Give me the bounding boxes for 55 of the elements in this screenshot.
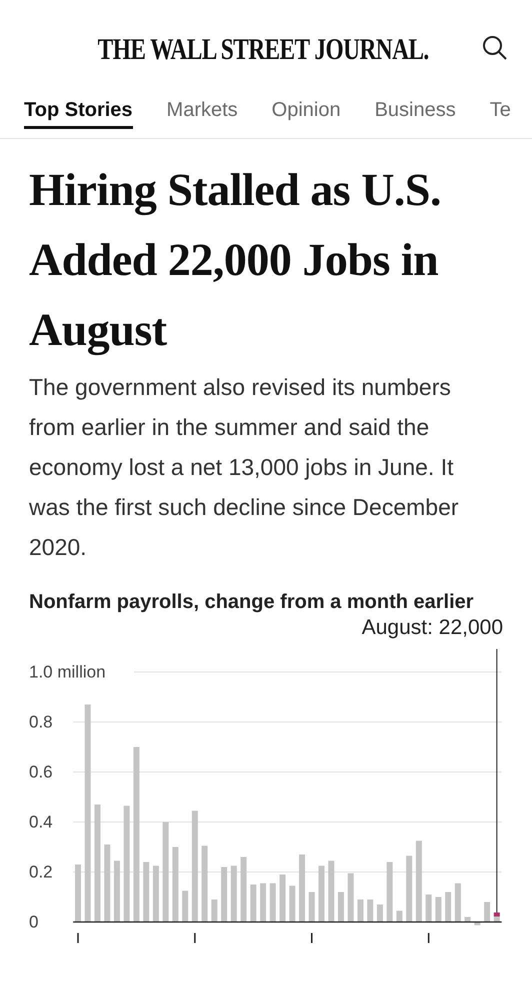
bar [396,910,402,922]
bar [494,916,500,922]
bar [75,864,81,922]
annotation: August: 22,000 [362,616,503,639]
bar [230,866,237,922]
search-icon[interactable] [482,35,508,61]
bar [221,867,228,922]
bar [143,862,150,922]
bar [289,886,296,922]
bar [484,902,490,922]
bar [357,900,364,922]
chart-title: Nonfarm payrolls, change from a month earlier [29,590,475,615]
bar [445,892,452,922]
axis-label: 1.0 million [29,662,106,682]
nav-tab[interactable]: Opinion [272,95,341,129]
bar [406,856,412,922]
axis-label: 0 [29,912,38,932]
bar [348,873,354,922]
axis-label: 0.2 [29,862,53,882]
bar [376,904,383,922]
bar [367,900,374,922]
article-summary: The government also revised its numbers from earlier in the summer and said the economy lost a net 13,000 jobs in June. It was the first such decline since December 2020. [29,373,460,562]
nav-tab[interactable]: Te [490,95,511,129]
bar [152,866,159,922]
bar [260,883,266,922]
axis-tick [77,933,79,943]
logo[interactable]: THE WALL STREET JOURNAL. [98,27,428,72]
bar [182,890,188,922]
bar [435,897,442,922]
bar [426,894,432,922]
bar [328,860,334,922]
bar [318,866,324,922]
axis-label: 0.4 [29,812,53,832]
bar [308,892,315,922]
bar [250,884,256,922]
bar [211,900,218,922]
nav-tab[interactable]: Markets [166,95,238,129]
nav-tab[interactable]: Business [374,95,456,129]
bar [464,917,471,922]
bar [299,854,306,922]
axis-tick [194,933,196,943]
headline: Hiring Stalled as U.S. Added 22,000 Jobs in August [29,163,442,358]
bar [280,874,286,922]
bar [270,883,276,922]
bar [338,892,344,922]
bar [474,922,480,926]
bar [386,862,393,922]
bar [114,860,120,922]
nav-tab[interactable]: Top Stories [24,95,133,129]
axis-label: 0.6 [29,762,53,782]
bar [454,883,461,922]
axis-label: 0.8 [29,712,53,732]
axis-tick [311,933,312,943]
axis-tick [428,933,430,943]
bar [240,857,247,922]
